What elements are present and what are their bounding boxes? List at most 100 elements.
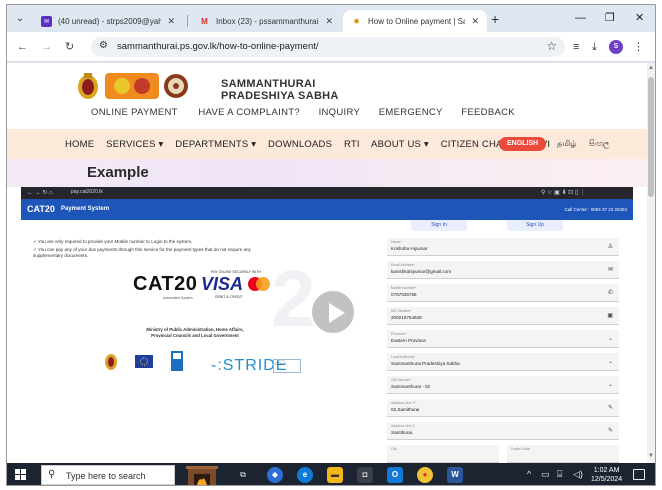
nav-downloads[interactable]: DOWNLOADS (268, 139, 332, 150)
council-badge-icon (105, 73, 159, 99)
scroll-up-icon[interactable]: ▲ (647, 65, 655, 71)
video-toolbar-icons: ⚲ ☆ ▣ ⬇ ⊡ ▯ ⋮ (541, 190, 586, 196)
tray-chevron-icon[interactable]: ^ (527, 469, 531, 479)
nav-emergency[interactable]: EMERGENCY (379, 107, 443, 118)
video-field-province: Province* Eastern Province ⌄ (387, 330, 619, 348)
video-ministry-text: Ministry of Public Administration, Home … (146, 327, 244, 338)
tab-title: Inbox (23) - pssammanthurai@gmail.com (216, 16, 319, 26)
file-explorer-icon[interactable]: ▬ (327, 467, 343, 483)
bookmark-star-icon[interactable]: ☆ (546, 39, 557, 53)
forward-arrow-icon[interactable]: → (41, 40, 52, 54)
download-icon[interactable]: ⤓ (592, 40, 597, 54)
language-tamil-link[interactable]: தமிழ் (557, 139, 577, 149)
close-icon[interactable]: ✕ (471, 16, 479, 27)
close-icon[interactable]: ✕ (325, 16, 333, 27)
video-visa-logo: VISA (201, 274, 244, 294)
embedded-video[interactable]: ← → ↻ ⌂ pay.cat2020.lk ⚲ ☆ ▣ ⬇ ⊡ ▯ ⋮ CAT… (21, 187, 633, 463)
video-app-header: CAT20 Payment System Call Center : 0094 … (21, 199, 633, 220)
store-icon[interactable]: ◘ (357, 467, 373, 483)
video-field-local-authority: Local Authority* Sammanthurai Pradeshiya… (387, 353, 619, 371)
scroll-down-icon[interactable]: ▼ (647, 453, 655, 459)
video-field-email: Email Address* kanishkahiyumar@gmail.com… (387, 261, 619, 279)
nav-have-a-complaint[interactable]: HAVE A COMPLAINT? (198, 107, 300, 118)
video-call-center: Call Center : 0094 37 22 26284 (564, 207, 627, 212)
extensions-icon[interactable]: ≡ (573, 40, 579, 54)
minimize-icon[interactable]: — (575, 11, 586, 25)
volume-icon[interactable]: ◁) (573, 469, 583, 480)
video-play-button[interactable] (310, 289, 356, 335)
yahoo-mail-icon: ✉ (41, 15, 52, 27)
language-sinhala-link[interactable]: සිංහල (589, 139, 609, 149)
site-info-icon[interactable]: ⚙ (99, 40, 108, 51)
url-text[interactable]: sammanthurai.ps.gov.lk/how-to-online-pay… (117, 41, 319, 52)
nav-rti[interactable]: RTI (344, 139, 360, 150)
tab-title: How to Online payment | Sammanthurai Pra… (368, 16, 465, 26)
battery-icon[interactable]: ▭ (541, 469, 550, 480)
video-nav-icons: ← → ↻ ⌂ (27, 190, 53, 196)
pen-icon: ✎ (607, 405, 613, 411)
sabha-emblem-icon: ✹ (353, 16, 360, 26)
nav-departments[interactable]: DEPARTMENTS ▾ (175, 139, 256, 150)
logo-group (75, 71, 188, 103)
clock[interactable]: 1:02 AM 12/5/2024 (591, 466, 622, 484)
tab-yahoo-mail[interactable]: ✉ (40 unread) - strps2009@yahoo.com ✕ (33, 10, 183, 32)
video-note-2b: supplementary documents. (33, 253, 89, 258)
profile-avatar[interactable]: S (609, 40, 623, 54)
page-scrollbar[interactable]: ▲ ▼ (647, 63, 655, 463)
browser-toolbar: ← → ↻ ⚙ sammanthurai.ps.gov.lk/how-to-on… (7, 32, 655, 62)
tab-active-online-payment[interactable]: ✹ How to Online payment | Sammanthurai P… (343, 10, 487, 32)
video-field-address-1: Address Line 1* 02,Samithurai ✎ (387, 399, 619, 417)
tab-search-chevron-icon[interactable]: ⌄ (13, 12, 27, 26)
video-field-mobile: Mobile Number* 0767036765 ✆ (387, 284, 619, 302)
video-field-city: City (387, 445, 499, 463)
video-cat20-big-logo: CAT20 (133, 273, 198, 295)
task-view-icon[interactable]: ⧉ (235, 467, 251, 483)
new-tab-icon[interactable]: + (491, 12, 499, 26)
sabha-emblem-icon (164, 74, 188, 98)
tab-gmail[interactable]: M Inbox (23) - pssammanthurai@gmail.com … (191, 10, 341, 32)
nav-services[interactable]: SERVICES ▾ (106, 139, 163, 150)
reload-icon[interactable]: ↻ (65, 40, 74, 54)
windows-start-icon[interactable] (15, 469, 26, 480)
nav-online-payment[interactable]: ONLINE PAYMENT (91, 107, 178, 118)
address-bar[interactable]: ⚙ sammanthurai.ps.gov.lk/how-to-online-p… (91, 37, 565, 57)
close-icon[interactable]: ✕ (167, 16, 175, 27)
language-english-button[interactable]: ENGLISH (499, 137, 547, 151)
close-window-icon[interactable]: ✕ (635, 11, 644, 25)
video-field-postal-code: Postal Code (507, 445, 619, 463)
site-name-line1: SAMMANTHURAI (221, 78, 316, 90)
play-icon (329, 303, 345, 323)
nav-feedback[interactable]: FEEDBACK (461, 107, 515, 118)
notification-icon[interactable] (633, 469, 645, 480)
nav-inquiry[interactable]: INQUIRY (319, 107, 361, 118)
back-arrow-icon[interactable]: ← (17, 40, 28, 54)
web-page: SAMMANTHURAI PRADESHIYA SABHA ONLINE PAY… (7, 63, 647, 463)
tab-title: (40 unread) - strps2009@yahoo.com (58, 16, 161, 26)
network-icon[interactable]: ⌸ (557, 469, 562, 480)
search-placeholder: Type here to search (66, 471, 146, 481)
video-registration-form: Name* Krishoba Hiyumar ♙ Email Address* … (387, 220, 619, 463)
video-field-nic: NIC Number* 200218754638 ▣ (387, 307, 619, 325)
national-emblem-icon (78, 73, 98, 99)
video-card-line: DEBIT & CREDIT (215, 295, 243, 299)
chrome-browser-icon[interactable]: ● (417, 467, 433, 483)
mastercard-icon (248, 277, 270, 291)
word-icon[interactable]: W (447, 467, 463, 483)
site-name-line2: PRADESHIYA SABHA (221, 90, 339, 102)
fireplace-widget-icon[interactable] (185, 464, 219, 486)
id-card-icon: ▣ (607, 313, 613, 319)
restore-icon[interactable]: ❐ (605, 11, 615, 25)
main-nav: HOME SERVICES ▾ DEPARTMENTS ▾ DOWNLOADS … (7, 129, 647, 159)
nav-about-us[interactable]: ABOUT US ▾ (371, 139, 429, 150)
copilot-icon[interactable]: ◆ (267, 467, 283, 483)
page-title: Example (87, 164, 149, 181)
site-name: SAMMANTHURAI PRADESHIYA SABHA (221, 78, 339, 102)
scrollbar-thumb[interactable] (648, 77, 654, 197)
outlook-icon[interactable]: O (387, 467, 403, 483)
taskbar-search-input[interactable]: ⚲ Type here to search (41, 465, 175, 485)
menu-kebab-icon[interactable]: ⋮ (633, 40, 644, 54)
undp-logo-icon (171, 351, 183, 371)
nav-home[interactable]: HOME (65, 139, 94, 150)
national-emblem-icon (105, 354, 117, 370)
edge-browser-icon[interactable]: e (297, 467, 313, 483)
